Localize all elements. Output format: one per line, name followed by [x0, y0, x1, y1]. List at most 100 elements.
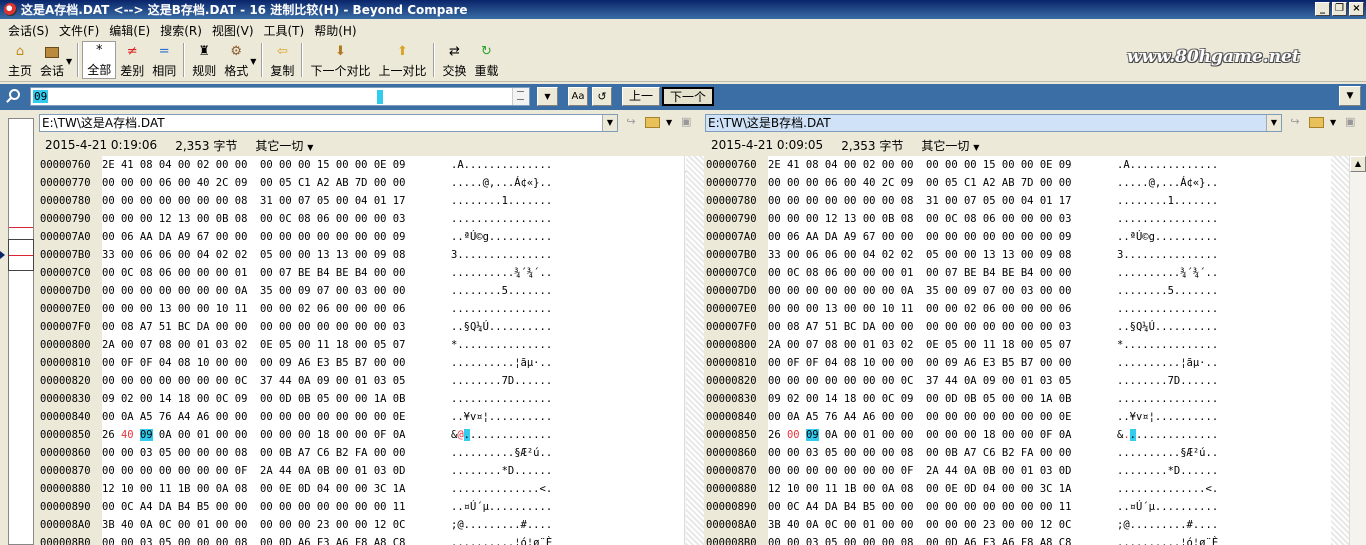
right-scrollbar[interactable]: ▲ [1349, 156, 1366, 545]
hex-row: 00000830 09 02 00 14 18 00 0C 09 00 0D 0B… [39, 390, 684, 408]
match-case-button[interactable]: Aa [568, 87, 588, 106]
show-all-button[interactable]: * 全部 [82, 41, 117, 79]
hex-bytes: 09 02 00 14 18 00 0C 09 00 0D 0B 05 00 0… [102, 393, 406, 405]
hex-bytes: 00 00 03 05 00 00 00 08 00 0B A7 C6 B2 F… [768, 447, 1072, 459]
left-filter[interactable]: 其它一切 ▼ [255, 137, 313, 154]
search-match-byte: 09 [805, 429, 819, 441]
offset-cell: 00000800 [39, 336, 102, 354]
reload-button[interactable]: ↻ 重载 [470, 41, 502, 79]
rules-button[interactable]: ♜ 规则 [188, 41, 220, 79]
right-scroll-up-icon[interactable]: ▲ [1350, 156, 1366, 172]
hex-bytes: 00 0A A5 76 A4 A6 00 00 00 00 00 00 00 0… [768, 411, 1072, 423]
find-next-button[interactable]: 下一个 [662, 87, 714, 106]
right-path-input[interactable]: E:\TW\这是B存档.DAT ▼ [705, 114, 1282, 132]
ascii-text: ..........¾´¾´.. [1117, 267, 1219, 279]
collapse-search-button[interactable]: ▼ [1339, 86, 1361, 106]
hex-bytes: 00 00 00 00 00 00 00 0A 35 00 09 07 00 0… [102, 285, 406, 297]
hex-row: 00000760 2E 41 08 04 00 02 00 00 00 00 00… [705, 156, 1331, 174]
overview-strip[interactable] [8, 118, 34, 545]
left-save-icon[interactable]: ▣ [678, 115, 694, 129]
search-spin-icon[interactable] [512, 88, 529, 105]
offset-cell: 000007D0 [705, 282, 768, 300]
left-filter-dropdown-icon[interactable]: ▼ [307, 143, 313, 152]
search-options-button[interactable]: ↺ [592, 87, 612, 106]
session-dropdown-icon[interactable]: ▼ [66, 57, 72, 66]
left-folder-dropdown-icon[interactable]: ▼ [666, 118, 672, 127]
hex-row: 000007F0 00 08 A7 51 BC DA 00 00 00 00 00… [39, 318, 684, 336]
search-icon [9, 89, 20, 100]
menu-file[interactable]: 文件(F) [55, 22, 103, 39]
ascii-text: ..........¦ãµ·.. [1117, 357, 1219, 369]
hex-row: 00000770 00 00 00 06 00 40 2C 09 00 05 C1… [705, 174, 1331, 192]
hex-bytes: 00 00 00 00 00 00 00 08 31 00 07 05 00 0… [102, 195, 406, 207]
right-filter-label: 其它一切 [921, 138, 970, 153]
session-button[interactable]: 会话 [36, 41, 68, 79]
right-folder-dropdown-icon[interactable]: ▼ [1330, 118, 1336, 127]
hex-row: 000007D0 00 00 00 00 00 00 00 0A 35 00 09… [705, 282, 1331, 300]
ascii-text: .A.............. [1117, 159, 1219, 171]
home-button[interactable]: ⌂ 主页 [4, 41, 36, 79]
close-button[interactable]: × [1349, 2, 1364, 16]
right-filter[interactable]: 其它一切 ▼ [921, 137, 979, 154]
format-button[interactable]: ⚙ 格式 [220, 41, 252, 79]
offset-cell: 000008A0 [705, 516, 768, 534]
ascii-text: ................ [451, 303, 553, 315]
right-folder-icon[interactable] [1309, 116, 1324, 128]
search-input[interactable]: 09 [30, 87, 530, 106]
hex-bytes: 00 0F 0F 04 08 10 00 00 00 09 A6 E3 B5 B… [102, 357, 406, 369]
left-path-input[interactable]: E:\TW\这是A存档.DAT ▼ [39, 114, 618, 132]
offset-cell: 00000770 [705, 174, 768, 192]
find-prev-button[interactable]: 上一 [622, 87, 660, 106]
copy-button[interactable]: ⇦ 复制 [266, 41, 298, 79]
offset-cell: 000007D0 [39, 282, 102, 300]
toolbar-separator [183, 43, 186, 77]
ascii-text: ..¤Ú´µ.......... [451, 501, 553, 513]
right-save-icon[interactable]: ▣ [1342, 115, 1358, 129]
right-hex-view[interactable]: 00000760 2E 41 08 04 00 02 00 00 00 00 00… [705, 156, 1331, 545]
right-go-icon[interactable]: ↪ [1287, 115, 1303, 129]
prev-diff-button[interactable]: ⬆ 上一对比 [374, 41, 430, 79]
hex-bytes: 3B 40 0A 0C 00 01 00 00 00 00 00 23 00 0… [102, 519, 406, 531]
hex-bytes: 2E 41 08 04 00 02 00 00 00 00 00 15 00 0… [102, 159, 406, 171]
right-path-text: E:\TW\这是B存档.DAT [708, 116, 831, 130]
menu-session[interactable]: 会话(S) [4, 22, 53, 39]
left-path-dropdown-icon[interactable]: ▼ [602, 115, 617, 131]
hex-row: 000007F0 00 08 A7 51 BC DA 00 00 00 00 00… [705, 318, 1331, 336]
swap-button[interactable]: ⇄ 交换 [438, 41, 470, 79]
left-folder-icon[interactable] [645, 116, 660, 128]
search-history-dropdown[interactable]: ▼ [537, 87, 558, 106]
left-hex-view[interactable]: 00000760 2E 41 08 04 00 02 00 00 00 00 00… [39, 156, 684, 545]
window-title: 这是A存档.DAT <--> 这是B存档.DAT - 16 进制比较(H) - … [21, 3, 468, 17]
right-date: 2015-4-21 0:09:05 [711, 138, 824, 152]
hex-row: 00000820 00 00 00 00 00 00 00 0C 37 44 0A… [705, 372, 1331, 390]
hex-row: 00000770 00 00 00 06 00 40 2C 09 00 05 C1… [39, 174, 684, 192]
left-path-tools: ↪ ▼ ▣ [623, 115, 694, 129]
hex-bytes: 00 0C 08 06 00 00 00 01 00 07 BE B4 BE B… [768, 267, 1072, 279]
hex-bytes: 00 0F 0F 04 08 10 00 00 00 09 A6 E3 B5 B… [768, 357, 1072, 369]
ascii-text: ........*D...... [451, 465, 553, 477]
format-dropdown-icon[interactable]: ▼ [250, 57, 256, 66]
ascii-text: ..........¦ãµ·.. [451, 357, 553, 369]
hex-row: 00000870 00 00 00 00 00 00 00 0F 2A 44 0A… [39, 462, 684, 480]
menu-view[interactable]: 视图(V) [208, 22, 258, 39]
next-diff-button[interactable]: ⬇ 下一个对比 [306, 41, 374, 79]
menu-help[interactable]: 帮助(H) [310, 22, 360, 39]
restore-button[interactable]: ❐ [1332, 2, 1347, 16]
hex-row: 000008B0 00 00 03 05 00 00 00 08 00 0D A6… [39, 534, 684, 545]
diff-marker [9, 227, 33, 228]
menu-edit[interactable]: 编辑(E) [105, 22, 154, 39]
left-go-icon[interactable]: ↪ [623, 115, 639, 129]
minimize-button[interactable]: _ [1315, 2, 1330, 16]
offset-cell: 000007C0 [705, 264, 768, 282]
hex-row: 00000800 2A 00 07 08 00 01 03 02 0E 05 00… [705, 336, 1331, 354]
position-pointer-icon [0, 251, 5, 259]
show-same-button[interactable]: = 相同 [148, 41, 180, 79]
offset-cell: 00000790 [705, 210, 768, 228]
right-filter-dropdown-icon[interactable]: ▼ [973, 143, 979, 152]
ascii-text: ................ [1117, 213, 1219, 225]
menu-tools[interactable]: 工具(T) [260, 22, 309, 39]
show-diff-button[interactable]: ≠ 差别 [116, 41, 148, 79]
left-path-text: E:\TW\这是A存档.DAT [42, 116, 165, 130]
menu-search[interactable]: 搜索(R) [156, 22, 206, 39]
right-path-dropdown-icon[interactable]: ▼ [1266, 115, 1281, 131]
